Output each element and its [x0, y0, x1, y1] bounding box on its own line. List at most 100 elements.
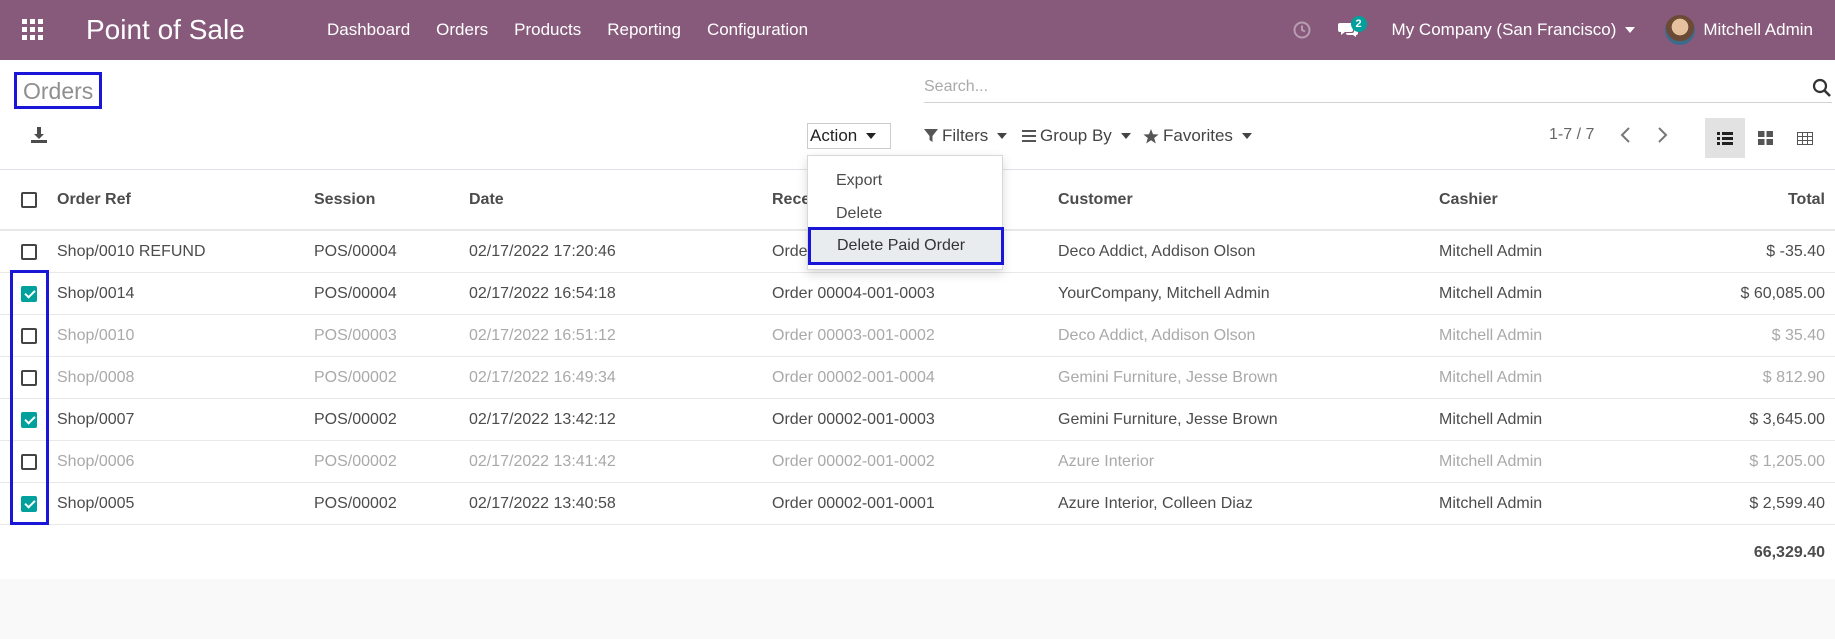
menu-products[interactable]: Products — [501, 0, 594, 60]
cell-customer: Gemini Furniture, Jesse Brown — [1058, 411, 1278, 428]
table-row[interactable]: Shop/0008 POS/00002 02/17/2022 16:49:34 Ord… — [0, 357, 1835, 399]
filters-button[interactable]: Filters — [924, 123, 1008, 149]
chevron-left-icon — [1620, 127, 1630, 143]
pivot-view-button[interactable] — [1785, 118, 1825, 158]
cell-receipt: Order 00002-001-0004 — [772, 369, 935, 386]
column-total[interactable]: Total — [1788, 191, 1825, 209]
app-title[interactable]: Point of Sale — [86, 14, 294, 46]
table-footer: 66,329.40 — [0, 531, 1835, 579]
app-switcher-button[interactable] — [0, 0, 66, 60]
menu-item-delete[interactable]: Delete — [836, 205, 882, 223]
table-row[interactable]: Shop/0006 POS/00002 02/17/2022 13:41:42 Ord… — [0, 441, 1835, 483]
cell-total: $ 812.90 — [1762, 369, 1825, 386]
cell-date: 02/17/2022 13:42:12 — [469, 411, 616, 428]
cell-receipt: Order 00004-001-0003 — [772, 285, 935, 302]
activity-clock-icon[interactable] — [1280, 0, 1324, 60]
cell-date: 02/17/2022 13:41:42 — [469, 453, 616, 470]
column-customer[interactable]: Customer — [1058, 191, 1133, 209]
menu-item-export[interactable]: Export — [836, 172, 882, 190]
menu-reporting[interactable]: Reporting — [594, 0, 694, 60]
chevron-right-icon — [1658, 127, 1668, 143]
search-input[interactable] — [924, 73, 1804, 101]
cell-total: $ -35.40 — [1766, 243, 1825, 260]
cell-session: POS/00004 — [314, 243, 397, 260]
pager-next-button[interactable] — [1656, 126, 1668, 149]
menu-orders[interactable]: Orders — [423, 0, 501, 60]
breadcrumb: Orders — [23, 77, 94, 104]
main-menu: Dashboard Orders Products Reporting Conf… — [314, 0, 821, 60]
favorites-label: Favorites — [1163, 126, 1233, 145]
cell-total: $ 1,205.00 — [1749, 453, 1825, 470]
pager-value[interactable]: 1-7 / 7 — [1549, 126, 1594, 144]
cell-cashier: Mitchell Admin — [1439, 243, 1543, 260]
table-row[interactable]: Shop/0014 POS/00004 02/17/2022 16:54:18 Ord… — [0, 273, 1835, 315]
column-session[interactable]: Session — [314, 191, 375, 209]
menu-dashboard[interactable]: Dashboard — [314, 0, 423, 60]
cell-date: 02/17/2022 17:20:46 — [469, 243, 616, 260]
menu-configuration[interactable]: Configuration — [694, 0, 821, 60]
group-by-button[interactable]: Group By — [1022, 123, 1131, 149]
cell-order-ref: Shop/0006 — [57, 453, 135, 470]
cell-order-ref: Shop/0005 — [57, 495, 135, 512]
favorites-button[interactable]: Favorites — [1143, 123, 1252, 149]
column-receipt[interactable]: Rece — [772, 191, 810, 209]
cell-date: 02/17/2022 16:51:12 — [469, 327, 616, 344]
caret-down-icon — [866, 133, 877, 139]
cell-total: $ 3,645.00 — [1749, 411, 1825, 428]
messages-button[interactable]: 2 — [1324, 0, 1372, 60]
pager-previous-button[interactable] — [1620, 126, 1632, 149]
cell-cashier: Mitchell Admin — [1439, 411, 1543, 428]
search-icon[interactable] — [1812, 78, 1832, 98]
cell-cashier: Mitchell Admin — [1439, 369, 1543, 386]
row-checkbox[interactable] — [21, 244, 37, 260]
cell-receipt: Order 00002-001-0002 — [772, 453, 935, 470]
kanban-view-button[interactable] — [1745, 118, 1785, 158]
list-bars-icon — [1022, 130, 1036, 142]
cell-session: POS/00004 — [314, 285, 397, 302]
cell-cashier: Mitchell Admin — [1439, 495, 1543, 512]
table-row[interactable]: Shop/0010 POS/00003 02/17/2022 16:51:12 Ord… — [0, 315, 1835, 357]
cell-date: 02/17/2022 16:54:18 — [469, 285, 616, 302]
group-by-label: Group By — [1040, 126, 1112, 145]
cell-customer: Deco Addict, Addison Olson — [1058, 327, 1256, 344]
caret-down-icon — [1625, 27, 1636, 33]
cell-order-ref: Shop/0010 — [57, 327, 135, 344]
menu-item-label: Delete Paid Order — [837, 237, 966, 254]
selection-highlight — [10, 270, 49, 525]
cell-session: POS/00002 — [314, 453, 397, 470]
cell-order-ref: Shop/0008 — [57, 369, 135, 386]
user-name: Mitchell Admin — [1703, 20, 1813, 39]
action-dropdown-menu: Export Delete Delete Paid Order — [807, 155, 1004, 270]
control-panel: Orders Action Filters Group By Favorites… — [0, 60, 1835, 170]
company-switcher[interactable]: My Company (San Francisco) — [1392, 20, 1636, 40]
grid-icon — [22, 19, 43, 40]
cell-customer: Azure Interior, Colleen Diaz — [1058, 495, 1253, 512]
avatar — [1665, 15, 1696, 45]
cell-total: $ 60,085.00 — [1740, 285, 1825, 302]
message-count-badge: 2 — [1350, 16, 1367, 32]
grand-total: 66,329.40 — [1753, 544, 1825, 561]
cell-order-ref: Shop/0014 — [57, 285, 135, 302]
table-row[interactable]: Shop/0007 POS/00002 02/17/2022 13:42:12 Ord… — [0, 399, 1835, 441]
caret-down-icon — [1241, 133, 1252, 139]
column-order-ref[interactable]: Order Ref — [57, 191, 131, 209]
search-bar — [924, 73, 1832, 103]
cell-cashier: Mitchell Admin — [1439, 285, 1543, 302]
column-cashier[interactable]: Cashier — [1439, 191, 1498, 209]
star-icon — [1143, 128, 1159, 143]
download-button[interactable] — [30, 126, 52, 148]
cell-order-ref: Shop/0007 — [57, 411, 135, 428]
menu-item-delete-paid-order[interactable]: Delete Paid Order — [808, 227, 1004, 265]
select-all-checkbox[interactable] — [21, 192, 37, 208]
user-menu[interactable]: Mitchell Admin — [1665, 15, 1813, 45]
action-button[interactable]: Action — [807, 123, 891, 149]
filter-icon — [924, 129, 938, 142]
cell-session: POS/00002 — [314, 369, 397, 386]
cell-receipt: Orde — [772, 243, 808, 260]
top-navbar: Point of Sale Dashboard Orders Products … — [0, 0, 1835, 60]
column-date[interactable]: Date — [469, 191, 504, 209]
cell-customer: Gemini Furniture, Jesse Brown — [1058, 369, 1278, 386]
list-view-button[interactable] — [1705, 118, 1745, 158]
table-row[interactable]: Shop/0005 POS/00002 02/17/2022 13:40:58 Ord… — [0, 483, 1835, 525]
cell-receipt: Order 00002-001-0001 — [772, 495, 935, 512]
